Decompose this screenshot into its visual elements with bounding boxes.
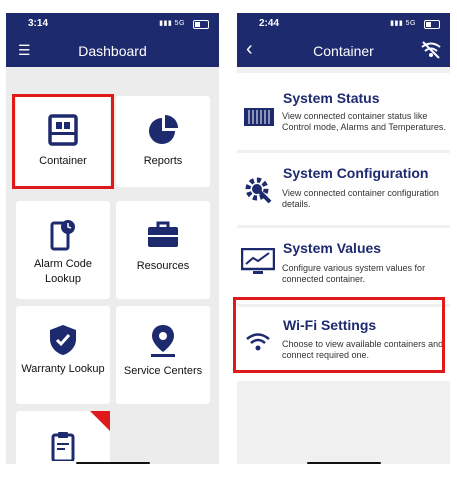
checklist-tile[interactable] (16, 411, 110, 464)
status-time: 2:44 (259, 18, 280, 29)
container-screen: 2:44 ▮▮▮ 5G ‹ Container System Status Vi… (237, 13, 450, 464)
app-bar: ☰ Dashboard (6, 35, 219, 67)
item-title: System Status (283, 90, 380, 106)
home-indicator (307, 462, 381, 464)
tile-label: Resources (136, 260, 190, 272)
system-values-item[interactable]: System Values Configure various system v… (237, 228, 450, 304)
highlight-box (233, 297, 445, 373)
phone-alarm-icon (50, 220, 75, 251)
alarm-code-lookup-tile[interactable]: Alarm Code Lookup (16, 201, 110, 299)
toolbox-icon (148, 221, 178, 247)
app-bar: ‹ Container (237, 35, 450, 67)
tile-label: Warranty Lookup (21, 363, 105, 375)
status-bar: 3:14 ▮▮▮ 5G (6, 13, 219, 35)
status-bar: 2:44 ▮▮▮ 5G (237, 13, 450, 35)
reports-tile[interactable]: Reports (116, 96, 210, 187)
page-title: Container (313, 43, 374, 59)
item-title: System Configuration (283, 165, 429, 181)
highlight-box (12, 94, 114, 189)
warranty-lookup-tile[interactable]: Warranty Lookup (16, 306, 110, 404)
item-title: System Values (283, 240, 382, 256)
gear-wrench-icon (245, 177, 272, 204)
monitor-graph-icon (241, 248, 275, 274)
tile-label: Service Centers (123, 365, 203, 377)
tile-label: Reports (143, 155, 183, 167)
system-status-item[interactable]: System Status View connected container s… (237, 73, 450, 150)
item-description: Configure various system values for conn… (282, 263, 426, 284)
pie-chart-icon (149, 115, 178, 144)
dashboard-screen: 3:14 ▮▮▮ 5G ☰ Dashboard Container Report… (6, 13, 219, 464)
shield-check-icon (50, 325, 76, 355)
new-badge (90, 411, 110, 431)
battery-icon (424, 20, 440, 29)
clipboard-icon (51, 432, 75, 461)
tile-label: Alarm Code Lookup (33, 258, 93, 285)
home-indicator (76, 462, 150, 464)
shipping-container-icon (244, 108, 274, 126)
network-indicator: ▮▮▮ 5G (159, 20, 185, 27)
page-title: Dashboard (78, 43, 147, 59)
status-time: 3:14 (28, 18, 49, 29)
network-indicator: ▮▮▮ 5G (390, 20, 416, 27)
system-configuration-item[interactable]: System Configuration View connected cont… (237, 153, 450, 225)
map-pin-icon (151, 325, 175, 357)
item-description: View connected container configuration d… (282, 188, 439, 209)
item-description: View connected container status like Con… (282, 111, 446, 132)
resources-tile[interactable]: Resources (116, 201, 210, 299)
battery-icon (193, 20, 209, 29)
service-centers-tile[interactable]: Service Centers (116, 306, 210, 404)
wifi-off-icon[interactable] (420, 41, 442, 59)
